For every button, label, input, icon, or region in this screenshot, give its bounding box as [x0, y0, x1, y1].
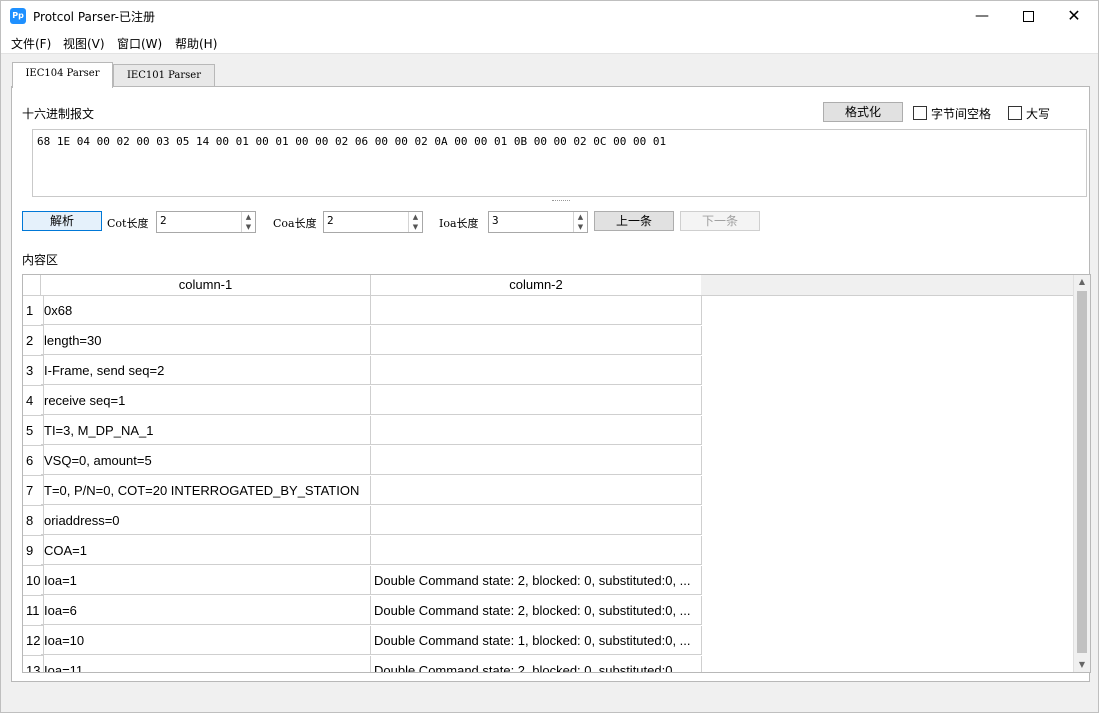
cell-column-2[interactable] — [371, 416, 702, 445]
cell-column-1[interactable]: Ioa=10 — [41, 626, 371, 655]
close-button[interactable]: ✕ — [1051, 1, 1097, 31]
cot-length-value: 2 — [160, 214, 167, 227]
cell-column-1[interactable]: Ioa=6 — [41, 596, 371, 625]
minimize-icon: — — [975, 8, 989, 24]
cell-column-2[interactable]: Double Command state: 2, blocked: 0, sub… — [371, 566, 702, 595]
cell-column-1[interactable]: VSQ=0, amount=5 — [41, 446, 371, 475]
cell-column-1[interactable]: I-Frame, send seq=2 — [41, 356, 371, 385]
table-row[interactable]: 5 TI=3, M_DP_NA_1 — [23, 416, 702, 446]
app-window: Pp Protcol Parser-已注册 — ✕ 文件(F) 视图(V) 窗口… — [0, 0, 1099, 713]
prev-button[interactable]: 上一条 — [594, 211, 674, 231]
header-filler — [701, 275, 1073, 296]
maximize-button[interactable] — [1005, 1, 1051, 31]
close-icon: ✕ — [1067, 6, 1081, 25]
cot-length-stepper[interactable]: 2 ▲ ▼ — [156, 211, 256, 233]
table-row[interactable]: 1 0x68 — [23, 296, 702, 326]
cell-column-2[interactable] — [371, 506, 702, 535]
menu-help[interactable]: 帮助(H) — [175, 35, 217, 52]
scrollbar-thumb[interactable] — [1077, 291, 1087, 653]
table-row[interactable]: 8 oriaddress=0 — [23, 506, 702, 536]
stepper-arrows-icon[interactable]: ▲ ▼ — [408, 212, 422, 232]
splitter-handle[interactable] — [552, 200, 570, 203]
scroll-down-icon[interactable]: ▼ — [1074, 658, 1090, 672]
next-button[interactable]: 下一条 — [680, 211, 760, 231]
byte-space-checkbox[interactable] — [913, 106, 927, 120]
coa-length-label: Coa长度 — [273, 217, 317, 230]
tab-iec104-parser[interactable]: IEC104 Parser — [12, 62, 113, 88]
parse-button[interactable]: 解析 — [22, 211, 102, 231]
minimize-button[interactable]: — — [959, 1, 1005, 31]
format-button[interactable]: 格式化 — [823, 102, 903, 122]
table-row[interactable]: 4 receive seq=1 — [23, 386, 702, 416]
cell-column-2[interactable] — [371, 356, 702, 385]
result-table: column-1 column-2 1 0x68 2 length=30 3 I… — [22, 274, 1091, 673]
cell-column-1[interactable]: 0x68 — [41, 296, 371, 325]
ioa-length-stepper[interactable]: 3 ▲ ▼ — [488, 211, 588, 233]
content-area-label: 内容区 — [22, 253, 59, 267]
stepper-arrows-icon[interactable]: ▲ ▼ — [573, 212, 587, 232]
column-header-1[interactable]: column-1 — [41, 275, 371, 296]
scroll-up-icon[interactable]: ▲ — [1074, 275, 1090, 289]
menu-view[interactable]: 视图(V) — [63, 35, 105, 52]
uppercase-label: 大写 — [1026, 107, 1051, 121]
tab-iec101-parser[interactable]: IEC101 Parser — [113, 64, 215, 87]
cell-column-2[interactable]: Double Command state: 2, blocked: 0, sub… — [371, 656, 702, 672]
coa-length-value: 2 — [327, 214, 334, 227]
column-header-2[interactable]: column-2 — [371, 275, 702, 296]
stepper-arrows-icon[interactable]: ▲ ▼ — [241, 212, 255, 232]
table-row[interactable]: 3 I-Frame, send seq=2 — [23, 356, 702, 386]
table-row[interactable]: 9 COA=1 — [23, 536, 702, 566]
table-row[interactable]: 7 T=0, P/N=0, COT=20 INTERROGATED_BY_STA… — [23, 476, 702, 506]
cell-column-1[interactable]: receive seq=1 — [41, 386, 371, 415]
cell-column-1[interactable]: Ioa=1 — [41, 566, 371, 595]
cell-column-2[interactable] — [371, 476, 702, 505]
table-row[interactable]: 11 Ioa=6 Double Command state: 2, blocke… — [23, 596, 702, 626]
cell-column-2[interactable] — [371, 536, 702, 565]
menu-window[interactable]: 窗口(W) — [117, 35, 162, 52]
menu-file[interactable]: 文件(F) — [11, 35, 51, 52]
cell-column-1[interactable]: oriaddress=0 — [41, 506, 371, 535]
cell-column-1[interactable]: TI=3, M_DP_NA_1 — [41, 416, 371, 445]
ioa-length-value: 3 — [492, 214, 499, 227]
cell-column-1[interactable]: Ioa=11 — [41, 656, 371, 672]
cell-column-1[interactable]: length=30 — [41, 326, 371, 355]
parser-panel: 十六进制报文 格式化 字节间空格 大写 68 1E 04 00 02 00 03… — [11, 86, 1091, 682]
hex-message-label: 十六进制报文 — [22, 107, 95, 121]
table-row[interactable]: 2 length=30 — [23, 326, 702, 356]
window-title: Protcol Parser-已注册 — [33, 10, 155, 24]
cell-column-2[interactable] — [371, 386, 702, 415]
hex-input[interactable]: 68 1E 04 00 02 00 03 05 14 00 01 00 01 0… — [32, 129, 1087, 197]
cell-column-2[interactable]: Double Command state: 1, blocked: 0, sub… — [371, 626, 702, 655]
ioa-length-label: Ioa长度 — [439, 217, 479, 230]
cot-length-label: Cot长度 — [107, 217, 149, 230]
table-row[interactable]: 13 Ioa=11 Double Command state: 2, block… — [23, 656, 702, 672]
vertical-scrollbar[interactable]: ▲ ▼ — [1073, 275, 1090, 672]
cell-column-1[interactable]: T=0, P/N=0, COT=20 INTERROGATED_BY_STATI… — [41, 476, 371, 505]
menu-bar: 文件(F) 视图(V) 窗口(W) 帮助(H) — [1, 31, 1098, 54]
corner-header — [23, 275, 41, 296]
coa-length-stepper[interactable]: 2 ▲ ▼ — [323, 211, 423, 233]
table-row[interactable]: 6 VSQ=0, amount=5 — [23, 446, 702, 476]
maximize-icon — [1022, 10, 1034, 22]
table-row[interactable]: 12 Ioa=10 Double Command state: 1, block… — [23, 626, 702, 656]
cell-column-2[interactable]: Double Command state: 2, blocked: 0, sub… — [371, 596, 702, 625]
app-logo-icon: Pp — [10, 8, 26, 24]
table-header: column-1 column-2 — [23, 275, 1073, 296]
cell-column-1[interactable]: COA=1 — [41, 536, 371, 565]
table-row[interactable]: 10 Ioa=1 Double Command state: 2, blocke… — [23, 566, 702, 596]
uppercase-checkbox[interactable] — [1008, 106, 1022, 120]
cell-column-2[interactable] — [371, 326, 702, 355]
byte-space-label: 字节间空格 — [931, 107, 992, 121]
title-bar: Pp Protcol Parser-已注册 — ✕ — [1, 1, 1098, 31]
cell-column-2[interactable] — [371, 446, 702, 475]
cell-column-2[interactable] — [371, 296, 702, 325]
